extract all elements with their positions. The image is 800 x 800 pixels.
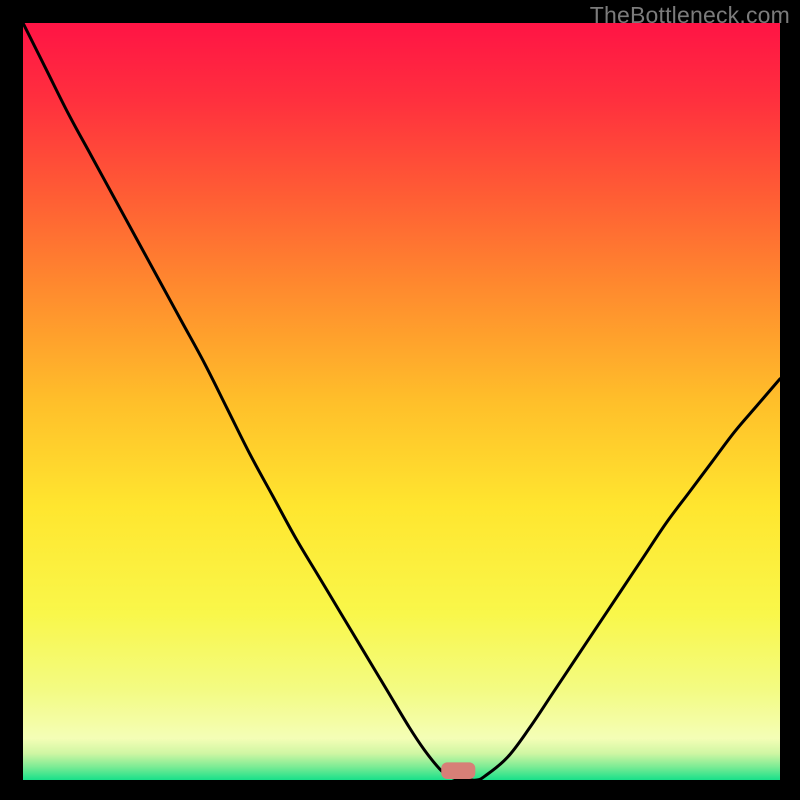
chart-frame: TheBottleneck.com — [0, 0, 800, 800]
chart-svg — [23, 23, 780, 780]
plot-area — [23, 23, 780, 780]
optimal-marker — [441, 762, 475, 779]
chart-background — [23, 23, 780, 780]
watermark-text: TheBottleneck.com — [590, 2, 790, 29]
